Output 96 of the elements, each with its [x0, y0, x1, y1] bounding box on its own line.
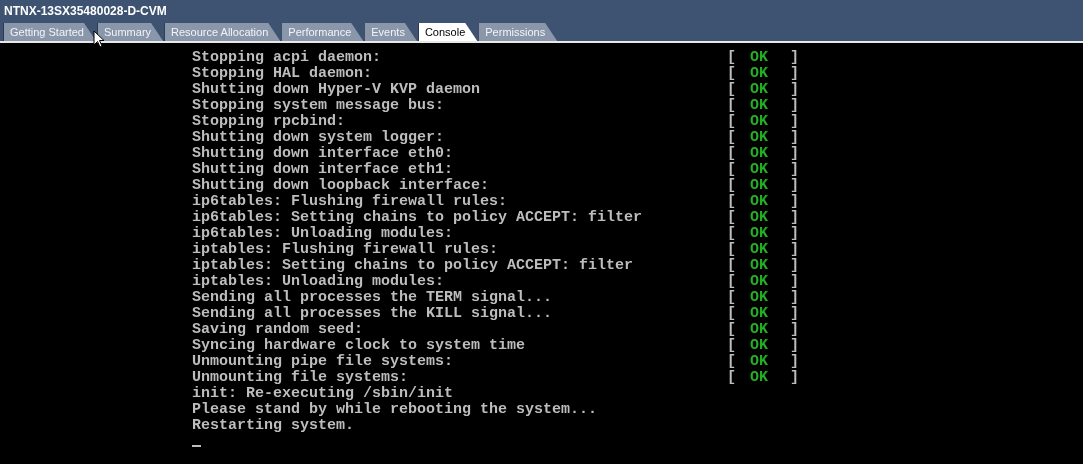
- bracket: ]: [790, 354, 800, 370]
- bracket: ]: [790, 290, 800, 306]
- bracket: ]: [790, 370, 800, 386]
- bracket: ]: [790, 146, 800, 162]
- status-ok: OK: [750, 98, 769, 114]
- console-line: Unmounting file systems:: [192, 370, 410, 386]
- bracket: [: [727, 162, 737, 178]
- console-line: ip6tables: Unloading modules:: [192, 226, 455, 242]
- console-line: Please stand by while rebooting the system...: [192, 402, 599, 418]
- tab[interactable]: Resource Allocation: [164, 23, 281, 41]
- bracket: [: [727, 290, 737, 306]
- status-ok: OK: [750, 178, 769, 194]
- bracket: [: [727, 338, 737, 354]
- bracket: ]: [790, 82, 800, 98]
- status-ok: OK: [750, 338, 769, 354]
- bracket: [: [727, 50, 737, 66]
- console-line: ip6tables: Flushing firewall rules:: [192, 194, 509, 210]
- bracket: [: [727, 98, 737, 114]
- console-line: Stopping system message bus:: [192, 98, 446, 114]
- bracket: [: [727, 306, 737, 322]
- status-ok: OK: [750, 290, 769, 306]
- status-ok: OK: [750, 226, 769, 242]
- bracket: [: [727, 354, 737, 370]
- console-line: ip6tables: Setting chains to policy ACCEPT: filter: [192, 210, 644, 226]
- status-ok: OK: [750, 130, 769, 146]
- bracket: [: [727, 194, 737, 210]
- bracket: [: [727, 130, 737, 146]
- tab[interactable]: Permissions: [478, 23, 558, 41]
- bracket: ]: [790, 66, 800, 82]
- bracket: ]: [790, 306, 800, 322]
- tab[interactable]: Console: [417, 23, 478, 41]
- status-ok: OK: [750, 114, 769, 130]
- bracket: ]: [790, 98, 800, 114]
- console-line: Shutting down system logger:: [192, 130, 446, 146]
- console-line: Saving random seed:: [192, 322, 365, 338]
- bracket: [: [727, 66, 737, 82]
- console-line: Shutting down interface eth0:: [192, 146, 455, 162]
- bracket: [: [727, 178, 737, 194]
- bracket: ]: [790, 210, 800, 226]
- bracket: ]: [790, 226, 800, 242]
- bracket: ]: [790, 258, 800, 274]
- status-ok: OK: [750, 354, 769, 370]
- bracket: [: [727, 258, 737, 274]
- console-line: iptables: Setting chains to policy ACCEPT: filter: [192, 258, 635, 274]
- status-ok: OK: [750, 306, 769, 322]
- bracket: ]: [790, 194, 800, 210]
- status-ok: OK: [750, 242, 769, 258]
- status-ok: OK: [750, 194, 769, 210]
- bracket: ]: [790, 178, 800, 194]
- status-ok: OK: [750, 322, 769, 338]
- tab[interactable]: Events: [364, 23, 417, 41]
- console-line: Stopping acpi daemon:: [192, 50, 383, 66]
- console-line: Restarting system.: [192, 418, 356, 434]
- status-ok: OK: [750, 82, 769, 98]
- console-line: iptables: Unloading modules:: [192, 274, 446, 290]
- console-line: Shutting down interface eth1:: [192, 162, 455, 178]
- console-line: Syncing hardware clock to system time: [192, 338, 527, 354]
- bracket: ]: [790, 242, 800, 258]
- status-ok: OK: [750, 210, 769, 226]
- window-title: NTNX-13SX35480028-D-CVM: [3, 3, 168, 19]
- status-ok: OK: [750, 274, 769, 290]
- console-line: Sending all processes the KILL signal...: [192, 306, 554, 322]
- bracket: [: [727, 114, 737, 130]
- console-line: Stopping HAL daemon:: [192, 66, 374, 82]
- console-line: iptables: Flushing firewall rules:: [192, 242, 500, 258]
- bracket: [: [727, 226, 737, 242]
- console-line: Shutting down Hyper-V KVP daemon: [192, 82, 482, 98]
- status-ok: OK: [750, 146, 769, 162]
- bracket: [: [727, 210, 737, 226]
- bracket: ]: [790, 322, 800, 338]
- bracket: [: [727, 82, 737, 98]
- console-line: init: Re-executing /sbin/init: [192, 386, 455, 402]
- console-line: Shutting down loopback interface:: [192, 178, 491, 194]
- status-ok: OK: [750, 50, 769, 66]
- status-ok: OK: [750, 162, 769, 178]
- bracket: [: [727, 242, 737, 258]
- bracket: ]: [790, 338, 800, 354]
- bracket: [: [727, 322, 737, 338]
- bracket: ]: [790, 274, 800, 290]
- tab[interactable]: Summary: [97, 23, 164, 41]
- tab[interactable]: Getting Started: [3, 23, 96, 41]
- text-cursor: [192, 445, 201, 447]
- console-line: Unmounting pipe file systems:: [192, 354, 455, 370]
- bracket: ]: [790, 162, 800, 178]
- bracket: [: [727, 274, 737, 290]
- tab[interactable]: Performance: [281, 23, 364, 41]
- status-ok: OK: [750, 258, 769, 274]
- bracket: [: [727, 146, 737, 162]
- bracket: ]: [790, 114, 800, 130]
- status-ok: OK: [750, 370, 769, 386]
- bracket: [: [727, 370, 737, 386]
- console-line: Stopping rpcbind:: [192, 114, 347, 130]
- status-ok: OK: [750, 66, 769, 82]
- console-line: Sending all processes the TERM signal...: [192, 290, 554, 306]
- bracket: ]: [790, 130, 800, 146]
- bracket: ]: [790, 50, 800, 66]
